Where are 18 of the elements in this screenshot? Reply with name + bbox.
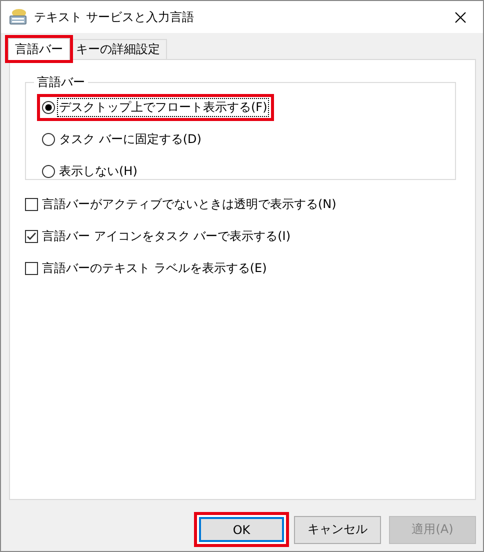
window-title: テキスト サービスと入力言語 <box>34 8 194 26</box>
tab[interactable]: 言語バー <box>8 38 70 60</box>
checkbox-icon <box>25 262 38 274</box>
radio-icon <box>42 132 55 146</box>
radio-icon <box>42 100 55 114</box>
checkbox-icon <box>25 230 38 242</box>
radio-option[interactable]: タスク バーに固定する(D) <box>40 128 206 150</box>
group-title: 言語バー <box>36 74 86 91</box>
radio-icon <box>42 164 55 178</box>
radio-option[interactable]: 表示しない(H) <box>40 160 142 182</box>
close-icon <box>454 12 466 22</box>
checkbox-option[interactable]: 言語バー アイコンをタスク バーで表示する(I) <box>25 228 291 244</box>
dialog-button[interactable]: OK <box>194 512 289 547</box>
checkbox-option[interactable]: 言語バーがアクティブでないときは透明で表示する(N) <box>25 196 336 212</box>
checkbox-icon <box>25 198 38 210</box>
keyboard-icon <box>9 8 27 26</box>
dialog-button[interactable]: キャンセル <box>294 516 381 544</box>
checkbox-option[interactable]: 言語バーのテキスト ラベルを表示する(E) <box>25 260 267 276</box>
